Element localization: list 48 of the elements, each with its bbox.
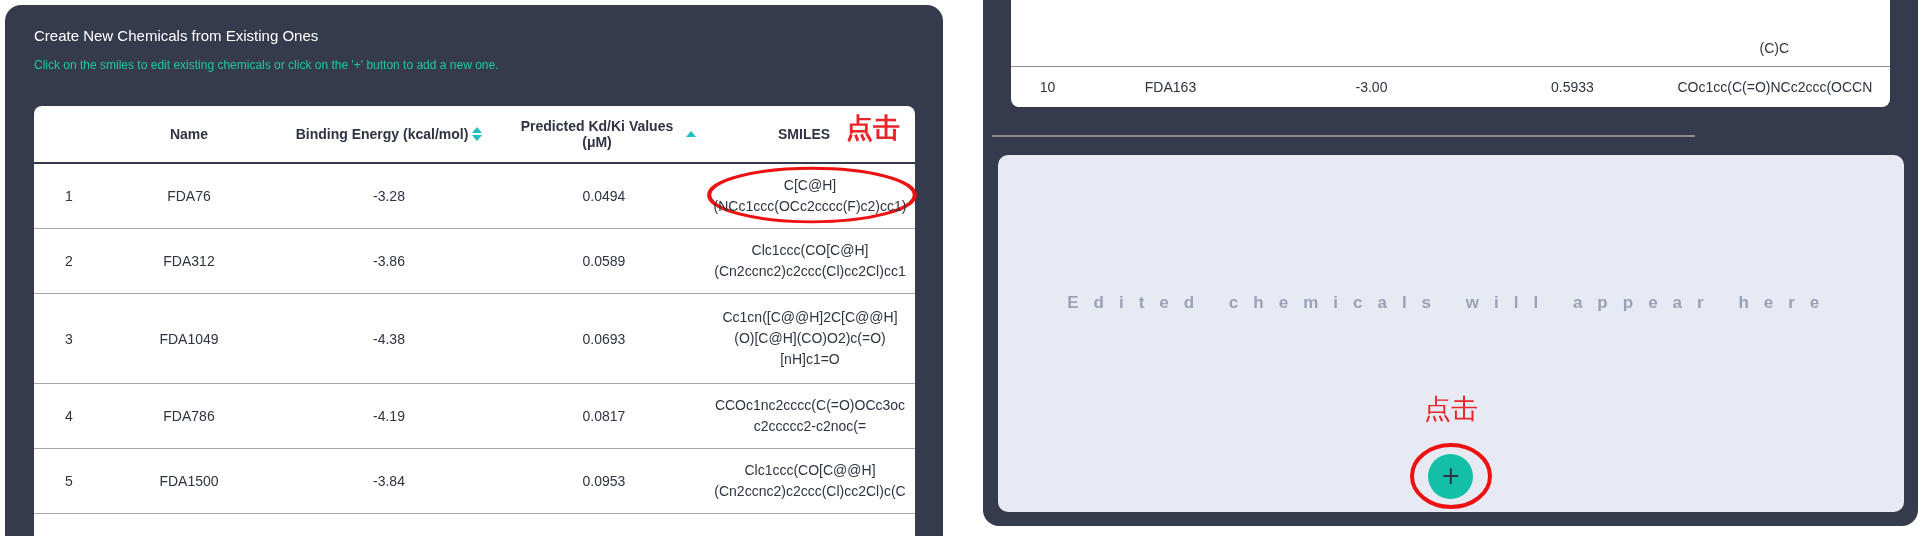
smiles-link[interactable]: [nH]c1=O [780,349,840,370]
smiles-link[interactable]: c2ccccc2-c2noc(= [753,416,867,437]
column-header: SMILES [778,126,831,142]
table-cell-text: FDA1500 [158,472,220,491]
smiles-link[interactable]: Cc1cn([C@@H]2C[C@@H] [722,307,898,328]
smiles-link[interactable]: (C)C [1759,40,1789,56]
table-cell-text: -3.28 [372,187,406,206]
table-cell-text: FDA1049 [158,329,220,349]
table-cell-text: 1 [64,187,74,206]
smiles-link[interactable]: Clc1ccc(CO[C@H] [751,240,869,261]
table-cell-text: 0.0494 [581,187,627,206]
table-cell: 10 [1039,79,1056,95]
table-cell-text: -4.38 [372,329,406,349]
table-cell: 0.5933 [1551,79,1594,95]
add-button[interactable]: + [1428,453,1474,499]
table-cell: -3.00 [1355,79,1388,95]
table-cell-text: -3.84 [372,472,406,491]
empty-message: Edited chemicals will appear here [1067,293,1835,313]
annotation-text: 点击 [846,111,900,145]
table-cell-text: 3 [64,329,74,349]
column-header: Binding Energy (kcal/mol) [295,126,469,142]
column-header: Name [169,126,209,142]
smiles-link[interactable]: Clc1ccc(CO[C@@H] [744,460,876,481]
smiles-link[interactable]: (Cn2ccnc2)c2ccc(Cl)cc2Cl)cc1 [714,261,906,282]
table-cell-text: 0.0953 [581,472,627,491]
column-header: Predicted Kd/Ki Values (μM) [519,118,675,150]
table-cell-text: 4 [64,407,74,426]
table-cell-text: 2 [64,252,74,271]
table-cell-text: 0.0693 [581,329,627,349]
table-cell-text: 0.0589 [581,252,627,271]
table-cell-text: 5 [64,472,74,491]
smiles-link[interactable]: C[C@H] [783,175,837,196]
table-cell: FDA163 [1144,79,1197,95]
smiles-link[interactable]: COc1cc(C(=O)NCc2ccc(OCCN [1677,79,1890,95]
table-cell-text: FDA76 [166,187,212,206]
table-cell-text: -3.86 [372,252,406,271]
annotation-text: 点击 [1423,392,1478,426]
table-cell-text: FDA312 [162,252,216,271]
smiles-link[interactable]: (Cn2ccnc2)c2ccc(Cl)cc2Cl)c(C [714,481,906,502]
table-cell-text: 0.0817 [581,407,627,426]
instruction-text: Click on the smiles to edit existing chemicals or click on the '+' button to add a new one. [34,58,500,72]
sort-icon[interactable] [472,127,483,141]
panel-title: Create New Chemicals from Existing Ones [34,27,320,44]
smiles-link[interactable]: (O)[C@H](CO)O2)c(=O) [734,328,886,349]
smiles-link[interactable]: CCOc1nc2cccc(C(=O)OCc3oc [714,395,906,416]
table-cell-text: -4.19 [372,407,406,426]
sort-ascending-icon[interactable] [686,131,696,137]
table-cell-text: FDA786 [162,407,216,426]
